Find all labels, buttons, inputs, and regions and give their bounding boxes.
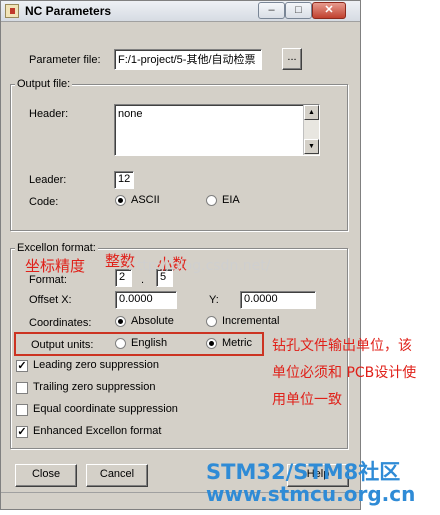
parameter-file-field[interactable]: F:/1-project/5-其他/自动检票 — [114, 49, 262, 70]
site-watermark: www.stmcu.org.cn — [206, 482, 416, 506]
title-bar: NC Parameters – □ ✕ — [1, 1, 360, 22]
leading-zero-label: Leading zero suppression — [33, 359, 159, 371]
code-ascii-radio[interactable] — [115, 195, 126, 206]
units-note-line1: 钻孔文件输出单位，该 — [272, 338, 412, 354]
offset-x-field[interactable]: 0.0000 — [115, 291, 177, 309]
trailing-zero-label: Trailing zero suppression — [33, 381, 156, 393]
coordinates-label: Coordinates: — [29, 317, 92, 329]
blog-watermark: http://blog.csdn.net/ — [128, 258, 271, 274]
units-note-line2: 单位必须和 PCB设计使 — [272, 365, 417, 381]
leader-label: Leader: — [29, 174, 67, 186]
coordinates-absolute-label: Absolute — [131, 315, 174, 327]
scroll-up-icon[interactable]: ▲ — [304, 105, 319, 120]
coordinates-incremental-label: Incremental — [222, 315, 280, 327]
coordinates-absolute-radio[interactable] — [115, 316, 126, 327]
offset-y-field[interactable]: 0.0000 — [240, 291, 316, 309]
leading-zero-checkbox[interactable]: ✓ — [16, 360, 28, 372]
enhanced-excellon-label: Enhanced Excellon format — [33, 425, 162, 437]
trailing-zero-checkbox[interactable] — [16, 382, 28, 394]
units-note-line3: 用单位一致 — [272, 392, 342, 408]
offset-y-label: Y: — [209, 294, 219, 306]
header-scrollbar[interactable]: ▲ ▼ — [303, 105, 319, 155]
output-file-group-label: Output file: — [15, 78, 73, 90]
equal-coordinate-label: Equal coordinate suppression — [33, 403, 178, 415]
equal-coordinate-checkbox[interactable] — [16, 404, 28, 416]
code-eia-radio[interactable] — [206, 195, 217, 206]
precision-annotation: 坐标精度 — [25, 257, 86, 275]
code-eia-label: EIA — [222, 194, 240, 206]
coordinates-incremental-radio[interactable] — [206, 316, 217, 327]
scroll-down-icon[interactable]: ▼ — [304, 139, 319, 154]
minimize-button[interactable]: – — [258, 2, 285, 19]
maximize-button[interactable]: □ — [285, 2, 312, 19]
browse-button[interactable]: ... — [282, 48, 302, 70]
units-metric-radio[interactable] — [206, 338, 217, 349]
leader-field[interactable]: 12 — [114, 171, 134, 189]
format-dot: . — [141, 274, 145, 286]
units-english-radio[interactable] — [115, 338, 126, 349]
window-title: NC Parameters — [25, 4, 112, 18]
header-label: Header: — [29, 108, 69, 120]
close-window-button[interactable]: ✕ — [312, 2, 346, 19]
code-ascii-label: ASCII — [131, 194, 160, 206]
units-metric-label: Metric — [222, 337, 252, 349]
parameter-file-label: Parameter file: — [29, 54, 101, 66]
cancel-button[interactable]: Cancel — [86, 464, 148, 487]
app-icon — [5, 4, 19, 18]
enhanced-excellon-checkbox[interactable]: ✓ — [16, 426, 28, 438]
units-english-label: English — [131, 337, 168, 349]
close-button[interactable]: Close — [15, 464, 77, 487]
output-units-label: Output units: — [31, 339, 94, 351]
header-textarea[interactable]: none — [114, 104, 320, 156]
code-label: Code: — [29, 196, 59, 208]
offset-x-label: Offset X: — [29, 294, 72, 306]
excellon-format-group-label: Excellon format: — [15, 242, 98, 254]
